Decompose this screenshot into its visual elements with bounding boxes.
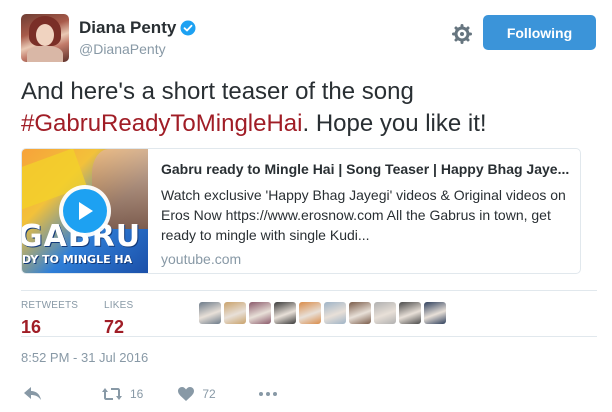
liker-avatar[interactable] <box>199 302 221 324</box>
reply-button[interactable] <box>23 386 43 402</box>
tweet-header: Diana Penty @DianaPenty Following <box>21 14 597 62</box>
tweet-timestamp[interactable]: 8:52 PM - 31 Jul 2016 <box>21 350 148 365</box>
like-button[interactable]: 72 <box>177 386 216 402</box>
retweets-stat[interactable]: RETWEETS 16 <box>21 300 78 338</box>
retweets-label: RETWEETS <box>21 300 79 311</box>
tweet-text: And here's a short teaser of the song #G… <box>21 76 596 140</box>
reply-icon <box>24 387 41 400</box>
video-thumbnail[interactable]: GABRU DY TO MINGLE HA <box>22 149 148 273</box>
divider <box>21 336 597 337</box>
card-title[interactable]: Gabru ready to Mingle Hai | Song Teaser … <box>161 161 571 177</box>
hashtag-link[interactable]: #GabruReadyToMingleHai <box>21 110 302 137</box>
avatar-face <box>36 24 54 46</box>
avatar[interactable] <box>21 14 69 62</box>
liker-avatar[interactable] <box>399 302 421 324</box>
tweet-text-after: . Hope you like it! <box>302 110 487 137</box>
following-button[interactable]: Following <box>483 15 596 50</box>
gear-icon[interactable] <box>452 24 472 44</box>
more-dots-icon <box>258 392 277 396</box>
play-icon <box>79 202 93 220</box>
likes-count[interactable]: 72 <box>104 317 133 338</box>
liker-avatar[interactable] <box>224 302 246 324</box>
liker-avatar[interactable] <box>324 302 346 324</box>
liker-avatars <box>199 302 446 324</box>
play-icon-ring <box>63 189 107 233</box>
retweet-icon <box>102 388 122 400</box>
card-body[interactable]: Gabru ready to Mingle Hai | Song Teaser … <box>161 161 571 267</box>
verified-badge-icon <box>180 20 196 36</box>
liker-avatar[interactable] <box>424 302 446 324</box>
more-button[interactable] <box>258 391 278 397</box>
liker-avatar[interactable] <box>349 302 371 324</box>
card-domain[interactable]: youtube.com <box>161 251 571 267</box>
likes-label: LIKES <box>104 300 134 311</box>
liker-avatar[interactable] <box>274 302 296 324</box>
user-handle[interactable]: @DianaPenty <box>79 41 196 57</box>
like-count: 72 <box>202 387 216 401</box>
liker-avatar[interactable] <box>299 302 321 324</box>
thumbnail-subtitle-text: DY TO MINGLE HA <box>22 253 133 266</box>
retweet-button[interactable]: 16 <box>101 386 143 402</box>
liker-avatar[interactable] <box>249 302 271 324</box>
divider <box>21 290 597 291</box>
play-button[interactable] <box>59 185 111 237</box>
display-name-text[interactable]: Diana Penty <box>79 18 176 38</box>
tweet-text-before: And here's a short teaser of the song <box>21 78 414 105</box>
likes-stat[interactable]: LIKES 72 <box>104 300 133 338</box>
card-description: Watch exclusive 'Happy Bhag Jayegi' vide… <box>161 187 566 243</box>
retweets-count[interactable]: 16 <box>21 317 78 338</box>
avatar-body <box>27 46 63 62</box>
link-preview-card[interactable]: GABRU DY TO MINGLE HA Gabru ready to Min… <box>21 148 581 274</box>
display-name[interactable]: Diana Penty <box>79 18 196 38</box>
tweet-actions: 16 72 <box>21 384 278 404</box>
heart-icon <box>178 387 195 401</box>
retweet-count: 16 <box>130 387 144 401</box>
liker-avatar[interactable] <box>374 302 396 324</box>
user-name-block[interactable]: Diana Penty @DianaPenty <box>79 18 196 57</box>
